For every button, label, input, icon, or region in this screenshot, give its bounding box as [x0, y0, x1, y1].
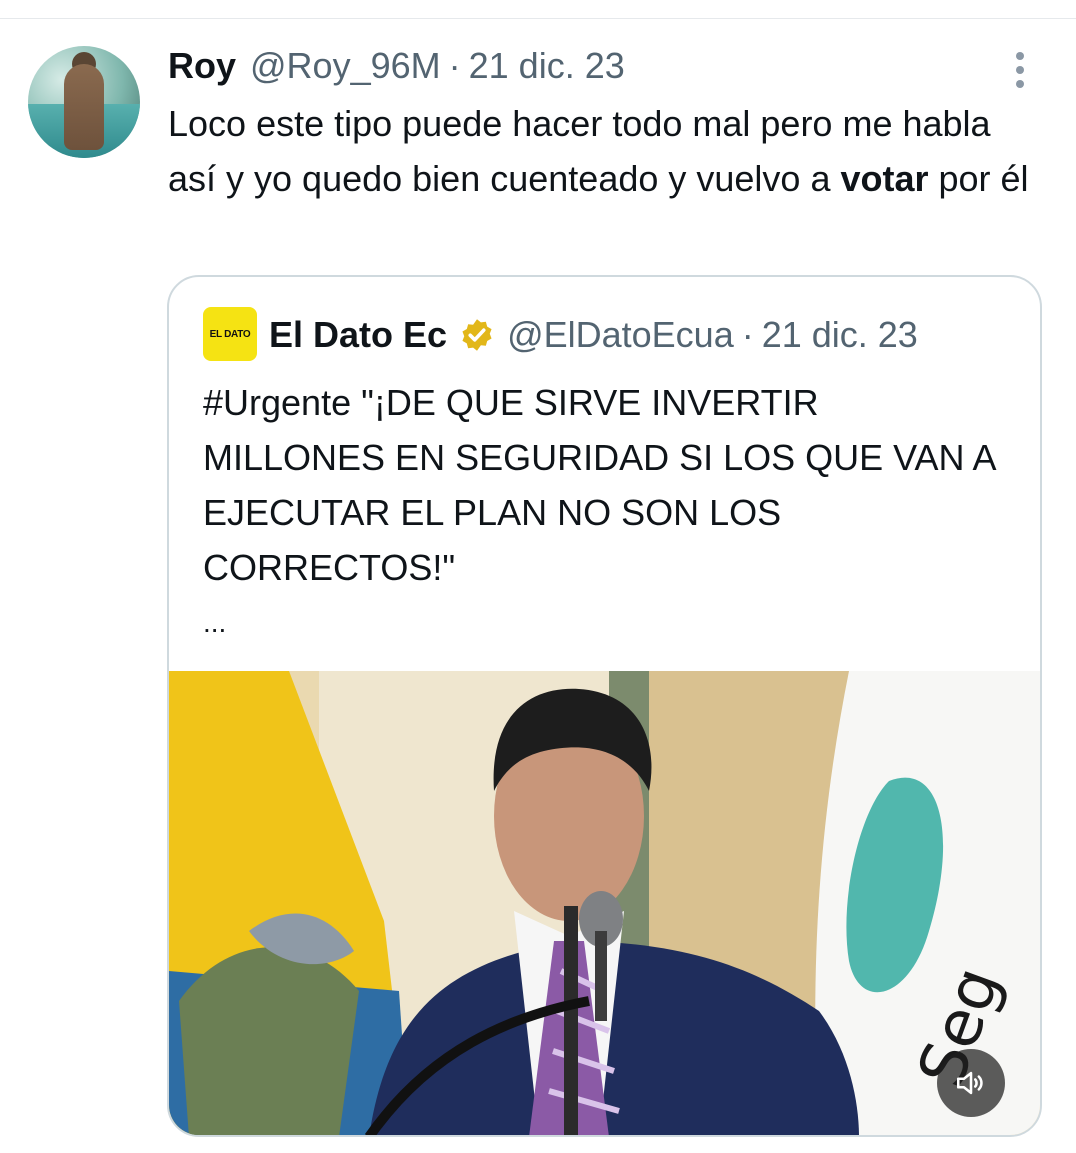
quoted-date[interactable]: 21 dic. 23 — [762, 314, 918, 356]
quoted-separator-dot: · — [741, 314, 754, 355]
logo-text: EL DATO — [209, 328, 251, 340]
top-divider — [0, 18, 1076, 19]
speaker-muted-icon[interactable] — [937, 1049, 1005, 1117]
tweet-date[interactable]: 21 dic. 23 — [469, 45, 625, 87]
quoted-author-name[interactable]: El Dato Ec — [269, 314, 447, 356]
quoted-text: #Urgente "¡DE QUE SIRVE INVERTIR MILLONE… — [203, 382, 995, 588]
author-name[interactable]: Roy — [168, 45, 236, 87]
verified-badge-icon — [462, 319, 492, 351]
more-options-icon[interactable] — [1008, 48, 1032, 92]
separator-dot: · — [448, 45, 461, 86]
quoted-author-handle[interactable]: @ElDatoEcua — [507, 314, 734, 356]
tweet-header: Roy @Roy_96M · 21 dic. 23 — [168, 44, 625, 88]
author-handle[interactable]: @Roy_96M — [250, 45, 441, 87]
quoted-avatar-logo[interactable]: EL DATO — [203, 307, 257, 361]
tweet-text-bold: votar — [840, 158, 929, 199]
avatar-person — [64, 64, 104, 150]
quoted-header: El Dato Ec @ElDatoEcua · 21 dic. 23 — [269, 311, 918, 359]
video-thumbnail[interactable]: Seg — [169, 671, 1040, 1135]
tweet-text: Loco este tipo puede hacer todo mal pero… — [168, 96, 1048, 206]
quoted-tweet[interactable]: EL DATO El Dato Ec @ElDatoEcua · 21 dic.… — [167, 275, 1042, 1137]
tweet-text-after: por él — [928, 158, 1029, 199]
quoted-ellipsis: ... — [203, 607, 227, 638]
avatar[interactable] — [28, 46, 140, 158]
video-frame: Seg — [169, 671, 1040, 1135]
speaker-muted-glyph-icon — [956, 1071, 983, 1095]
